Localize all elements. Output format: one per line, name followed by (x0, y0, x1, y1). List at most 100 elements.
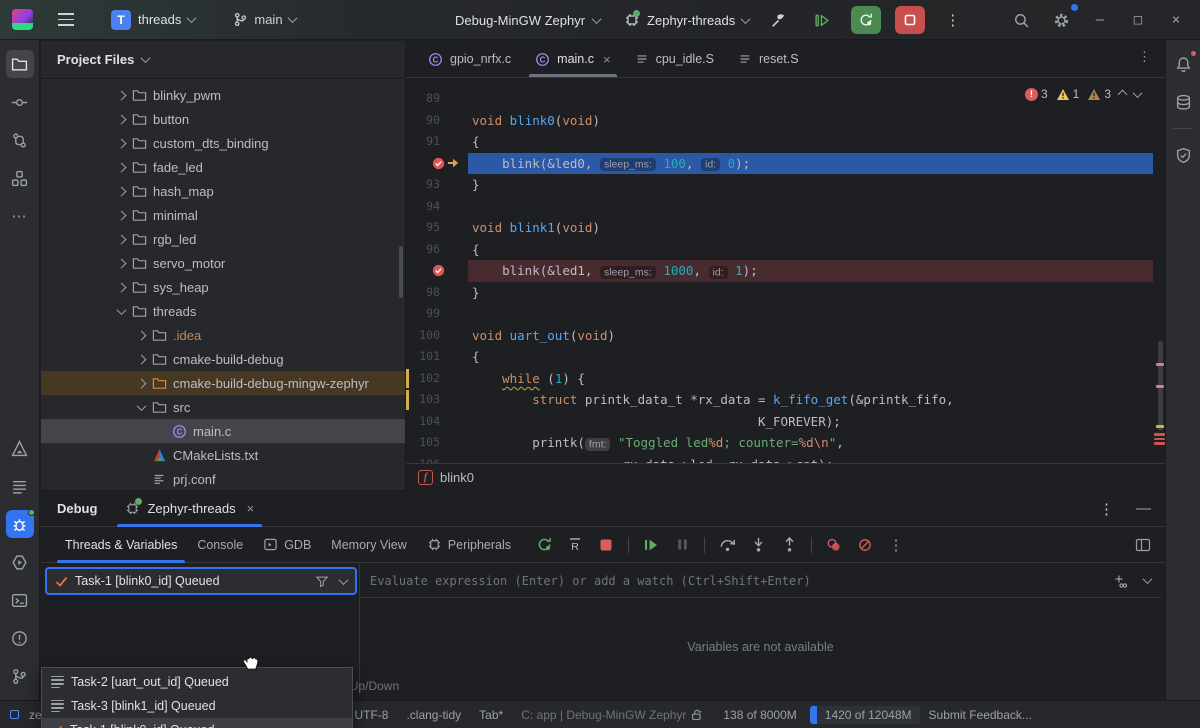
structure-icon[interactable] (6, 164, 34, 192)
encoding-widget[interactable]: UTF-8 (345, 708, 397, 722)
database-icon[interactable] (1169, 88, 1197, 116)
dropdown-item-task-1-blink0-id-queued[interactable]: Task-1 [blink0_id] Queued (42, 718, 352, 728)
problems-icon[interactable] (6, 624, 34, 652)
tree-chevron-icon[interactable] (113, 92, 129, 99)
previous-problem-icon[interactable] (1119, 87, 1126, 101)
dropdown-item-task-2-uart-out-id-queued[interactable]: Task-2 [uart_out_id] Queued (42, 670, 352, 694)
build-hammer-icon[interactable] (763, 6, 793, 34)
tree-item-threads[interactable]: threads (41, 299, 405, 323)
more-actions-icon[interactable]: ⋮ (939, 11, 966, 29)
debug-session-tab[interactable]: Zephyr-threads × (115, 491, 264, 527)
run-config-selector[interactable]: Debug-MinGW Zephyr (455, 13, 600, 28)
errors-indicator[interactable]: !3 (1025, 87, 1048, 101)
close-button[interactable]: × (1162, 12, 1190, 28)
dropdown-item-task-3-blink1-id-queued[interactable]: Task-3 [blink1_id] Queued (42, 694, 352, 718)
submit-feedback-link[interactable]: Submit Feedback... (920, 708, 1041, 722)
tree-item-button[interactable]: button (41, 107, 405, 131)
mute-breakpoints-icon[interactable] (856, 536, 874, 554)
tree-item-main-c[interactable]: Cmain.c (41, 419, 405, 443)
close-tab-icon[interactable]: × (603, 52, 611, 67)
reset-icon[interactable]: R (566, 536, 584, 554)
tree-item-fade-led[interactable]: fade_led (41, 155, 405, 179)
project-folder-icon[interactable] (6, 50, 34, 78)
tree-chevron-icon[interactable] (133, 356, 149, 363)
more-icon[interactable]: ⋯ (6, 202, 34, 230)
tree-chevron-icon[interactable] (133, 380, 149, 387)
vcs-branch-widget[interactable]: main (227, 8, 301, 31)
code-editor[interactable]: 8990void blink0(void)91{ blink(&led0, sl… (406, 83, 1153, 463)
tree-chevron-icon[interactable] (133, 404, 149, 411)
tree-item-cmake-build-debug-mingw-zephyr[interactable]: cmake-build-debug-mingw-zephyr (41, 371, 405, 395)
terminal-icon[interactable] (6, 586, 34, 614)
todo-icon[interactable] (6, 472, 34, 500)
project-view-header[interactable]: Project Files (41, 41, 405, 79)
cmake-icon[interactable] (6, 434, 34, 462)
warnings-indicator[interactable]: 1 (1056, 87, 1080, 101)
stop-icon[interactable] (597, 536, 615, 554)
notifications-icon[interactable] (1169, 50, 1197, 78)
debug-tab-console[interactable]: Console (187, 527, 253, 563)
editor-tabs-more-icon[interactable]: ⋮ (1138, 49, 1151, 65)
filter-funnel-icon[interactable] (315, 575, 329, 588)
memory-indicator[interactable]: 1420 of 12048M (810, 706, 920, 724)
tree-chevron-icon[interactable] (113, 212, 129, 219)
services-icon[interactable] (6, 548, 34, 576)
tree-chevron-icon[interactable] (113, 308, 129, 315)
debug-tab-memory-view[interactable]: Memory View (321, 527, 416, 563)
tree-item-hash-map[interactable]: hash_map (41, 179, 405, 203)
layout-settings-icon[interactable] (1135, 537, 1151, 553)
weak-warnings-indicator[interactable]: 3 (1087, 87, 1111, 101)
close-tab-icon[interactable]: × (247, 501, 255, 516)
resume-icon[interactable] (642, 536, 660, 554)
debugger-icon[interactable] (6, 510, 34, 538)
heap-indicator[interactable]: 138 of 8000M (714, 708, 805, 722)
editor-tab-cpu-idle-s[interactable]: cpu_idle.S (623, 41, 726, 77)
lock-icon[interactable] (690, 708, 704, 722)
evaluate-expression-input[interactable]: Evaluate expression (Enter) or add a wat… (370, 574, 1111, 588)
tree-chevron-icon[interactable] (113, 164, 129, 171)
tree-chevron-icon[interactable] (113, 284, 129, 291)
tree-item--idea[interactable]: .idea (41, 323, 405, 347)
tree-chevron-icon[interactable] (133, 332, 149, 339)
linter-widget[interactable]: .clang-tidy (397, 708, 470, 722)
breadcrumb-function[interactable]: blink0 (440, 470, 474, 485)
tool-window-options-icon[interactable]: ⋮ (1093, 500, 1120, 518)
stop-button[interactable] (895, 6, 925, 34)
tree-item-src[interactable]: src (41, 395, 405, 419)
tree-item-prj-conf[interactable]: prj.conf (41, 467, 405, 490)
view-breakpoints-icon[interactable] (825, 536, 843, 554)
commit-icon[interactable] (6, 88, 34, 116)
rerun-icon[interactable] (535, 536, 553, 554)
debug-tab-threads-variables[interactable]: Threads & Variables (55, 527, 187, 563)
maximize-button[interactable]: □ (1124, 12, 1152, 28)
hide-tool-window-icon[interactable]: — (1136, 500, 1151, 517)
debug-tab-gdb[interactable]: GDB (253, 527, 321, 563)
rerun-debug-button[interactable] (851, 6, 881, 34)
tree-chevron-icon[interactable] (113, 260, 129, 267)
indent-widget[interactable]: Tab* (470, 708, 512, 722)
shield-check-icon[interactable] (1169, 141, 1197, 169)
editor-tab-main-c[interactable]: Cmain.c× (523, 41, 622, 77)
debug-continue-icon[interactable] (807, 6, 837, 34)
vcs-update-icon[interactable] (6, 126, 34, 154)
minimize-button[interactable]: – (1086, 12, 1114, 28)
tree-chevron-icon[interactable] (113, 236, 129, 243)
editor-tab-reset-s[interactable]: reset.S (726, 41, 811, 77)
step-over-icon[interactable] (718, 536, 736, 554)
step-out-icon[interactable] (780, 536, 798, 554)
tree-item-custom-dts-binding[interactable]: custom_dts_binding (41, 131, 405, 155)
breakpoint-icon[interactable] (432, 157, 445, 170)
step-into-icon[interactable] (749, 536, 767, 554)
project-tree-scrollbar[interactable] (399, 246, 403, 298)
chevron-down-icon[interactable] (1143, 574, 1153, 584)
debug-session-selector[interactable]: Zephyr-threads (624, 12, 749, 28)
pause-icon[interactable] (673, 536, 691, 554)
tree-item-rgb-led[interactable]: rgb_led (41, 227, 405, 251)
main-menu-icon[interactable] (51, 5, 81, 35)
tree-item-servo-motor[interactable]: servo_motor (41, 251, 405, 275)
add-watch-icon[interactable] (1111, 573, 1128, 589)
search-icon[interactable] (1006, 6, 1036, 34)
chevron-down-icon[interactable] (339, 575, 349, 585)
next-problem-icon[interactable] (1134, 87, 1141, 101)
tree-item-cmakelists-txt[interactable]: CMakeLists.txt (41, 443, 405, 467)
